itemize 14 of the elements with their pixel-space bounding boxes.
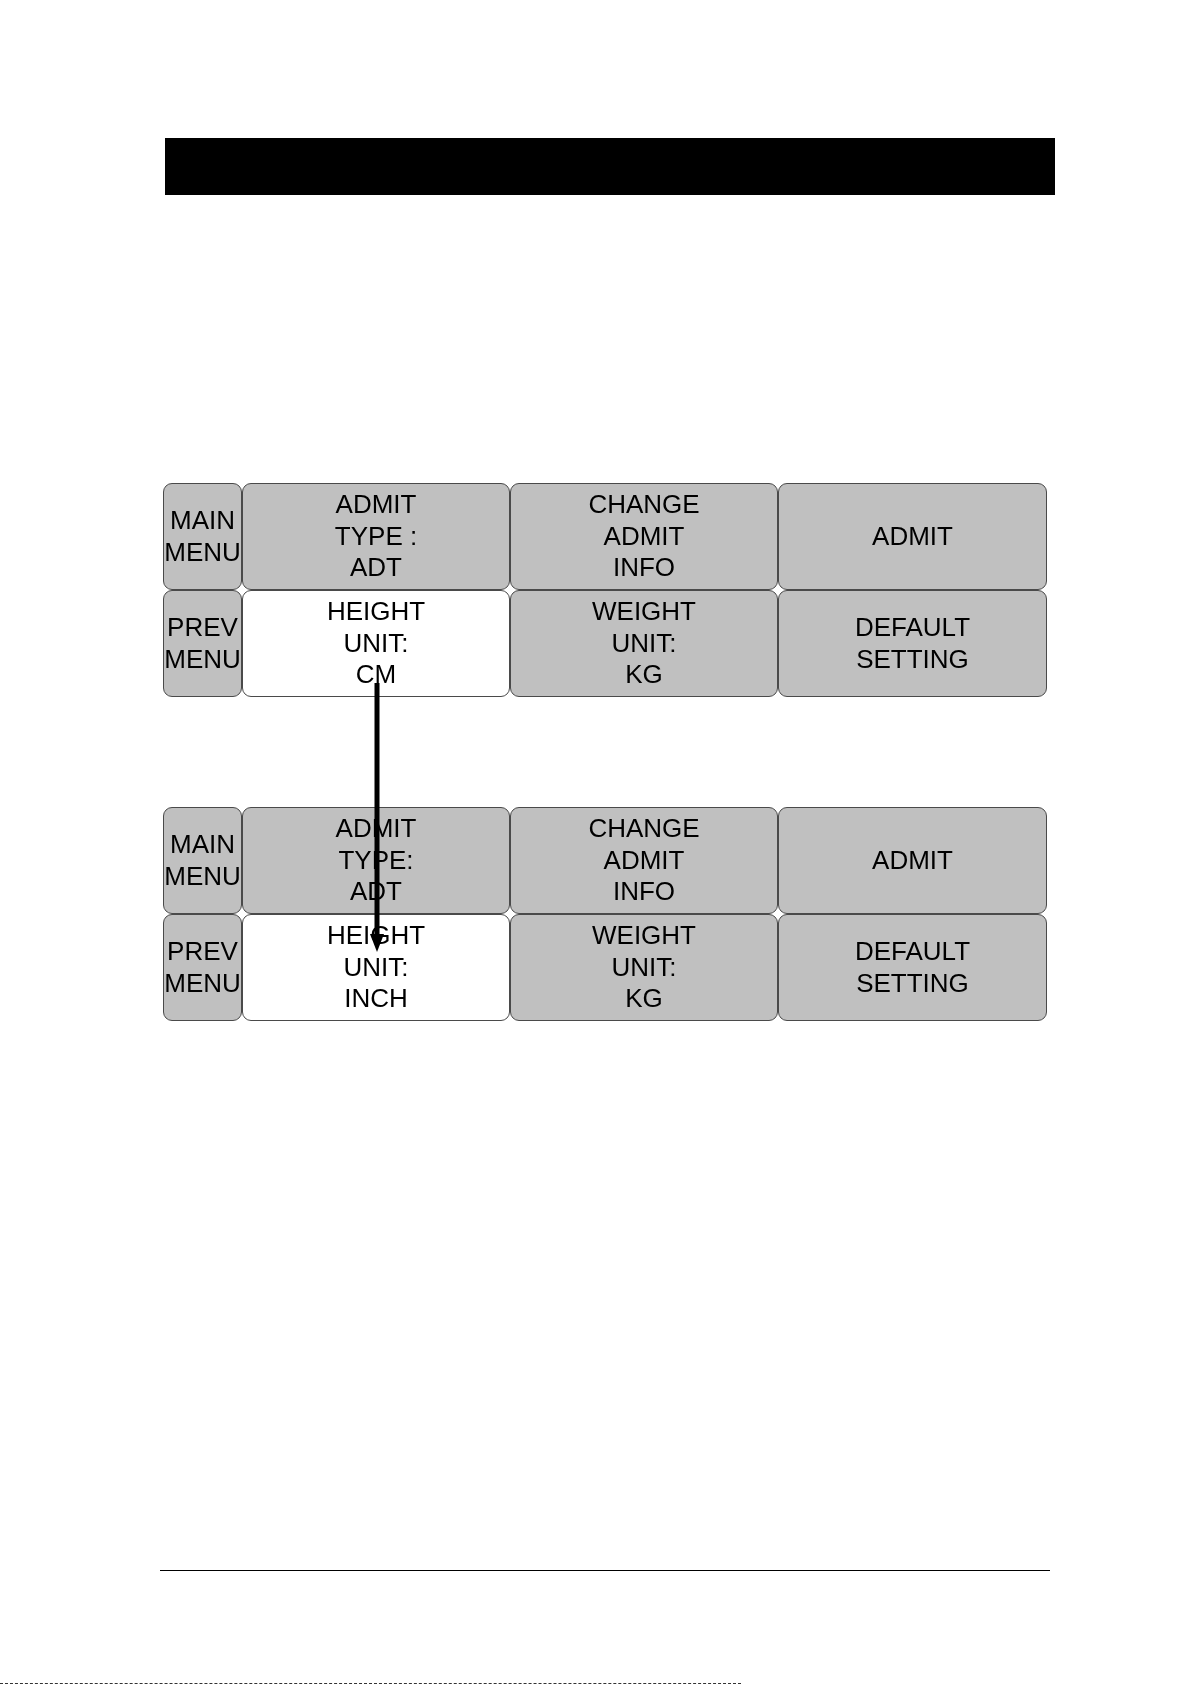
nav-button[interactable]: PREV MENU bbox=[163, 590, 242, 697]
nav-button[interactable]: MAIN MENU bbox=[163, 807, 242, 914]
nav-button[interactable]: MAIN MENU bbox=[163, 483, 242, 590]
option-button[interactable]: CHANGE ADMIT INFO bbox=[510, 483, 778, 590]
option-button[interactable]: HEIGHT UNIT: CM bbox=[242, 590, 510, 697]
option-button[interactable]: WEIGHT UNIT: KG bbox=[510, 914, 778, 1021]
nav-button[interactable]: PREV MENU bbox=[163, 914, 242, 1021]
option-button[interactable]: WEIGHT UNIT: KG bbox=[510, 590, 778, 697]
option-button[interactable]: ADMIT TYPE : ADT bbox=[242, 483, 510, 590]
option-button[interactable]: DEFAULT SETTING bbox=[778, 590, 1047, 697]
option-button[interactable]: CHANGE ADMIT INFO bbox=[510, 807, 778, 914]
option-button[interactable]: ADMIT bbox=[778, 483, 1047, 590]
option-button[interactable]: DEFAULT SETTING bbox=[778, 914, 1047, 1021]
option-button[interactable]: ADMIT bbox=[778, 807, 1047, 914]
